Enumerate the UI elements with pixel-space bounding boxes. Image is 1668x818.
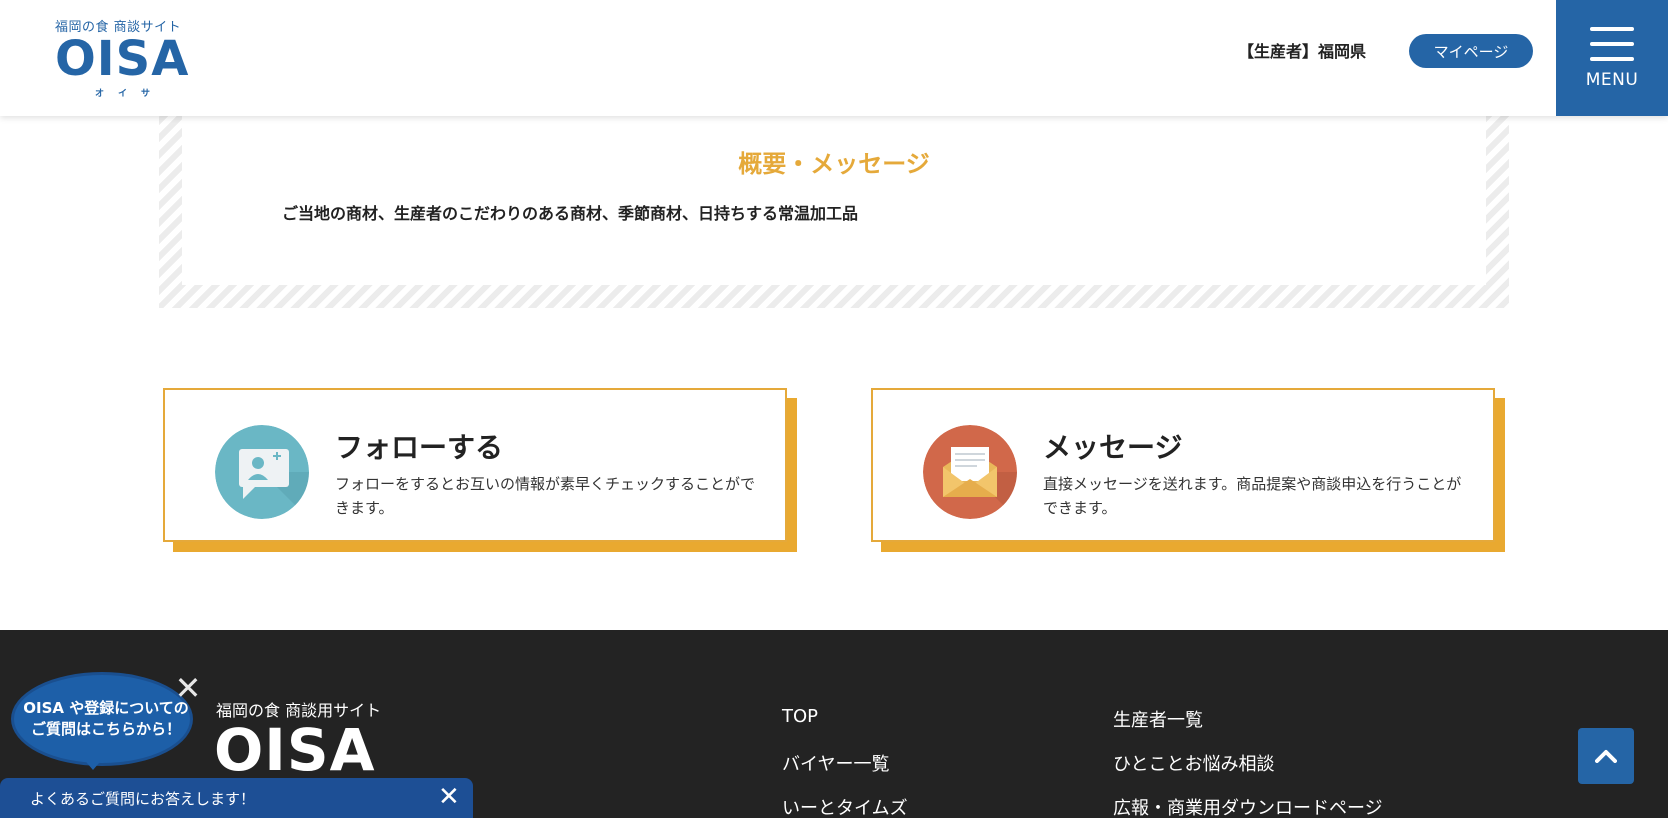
message-card-title: メッセージ (1043, 431, 1183, 464)
site-header: 福岡の食 商談サイト OISA オイサ 【生産者】福岡県 マイページ MENU (0, 0, 1668, 116)
mypage-button[interactable]: マイページ (1409, 34, 1533, 68)
chat-bubble-line-2: ご質問はこちらから！ (30, 720, 181, 738)
footer-link-eat-times[interactable]: いーとタイムズ (782, 794, 908, 818)
user-role-label: 【生産者】福岡県 (1238, 42, 1367, 61)
faq-close-icon[interactable]: ✕ (438, 782, 460, 812)
menu-label: MENU (1585, 69, 1639, 90)
footer-link-buyers[interactable]: バイヤー一覧 (782, 750, 889, 776)
chevron-up-icon (1595, 750, 1617, 763)
footer-logo-wordmark[interactable]: OISA (214, 716, 376, 784)
message-card-description: 直接メッセージを送れます。商品提案や商談申込を行うことができます。 (1043, 475, 1462, 517)
faq-chat-bar[interactable]: よくあるご質問にお答えします！ ✕ (0, 778, 473, 818)
follow-card[interactable]: フォローする フォローをするとお互いの情報が素早くチェックすることができます。 (163, 388, 797, 552)
follow-card-title: フォローする (335, 431, 504, 464)
faq-chat-text: よくあるご質問にお答えします！ (30, 790, 256, 808)
card-body: メッセージ 直接メッセージを送れます。商品提案や商談申込を行うことができます。 (871, 388, 1495, 542)
summary-title: 概要・メッセージ (738, 150, 930, 178)
chat-bubble-close-icon[interactable]: ✕ (174, 672, 202, 704)
footer-link-downloads[interactable]: 広報・商業用ダウンロードページ (1113, 794, 1383, 818)
menu-button[interactable]: MENU (1556, 0, 1668, 116)
chat-help-bubble[interactable]: OISA や登録についての ご質問はこちらから！ (11, 672, 193, 770)
chat-bubble-line-1: OISA や登録についての (23, 699, 189, 717)
summary-box (182, 100, 1486, 285)
hamburger-icon (1590, 26, 1634, 61)
site-logo[interactable]: 福岡の食 商談サイト OISA オイサ (55, 16, 195, 102)
follow-card-description: フォローをするとお互いの情報が素早くチェックすることができます。 (335, 475, 756, 517)
speech-bubble-tail (81, 756, 105, 770)
follow-user-chat-icon (215, 425, 309, 519)
footer-link-top[interactable]: TOP (782, 706, 818, 727)
message-card[interactable]: メッセージ 直接メッセージを送れます。商品提案や商談申込を行うことができます。 (871, 388, 1505, 552)
footer-link-consultation[interactable]: ひとことお悩み相談 (1113, 750, 1274, 776)
logo-wordmark: OISA (55, 31, 190, 87)
logo-kana: オイサ (95, 89, 165, 99)
summary-text: ご当地の商材、生産者のこだわりのある商材、季節商材、日持ちする常温加工品 (282, 204, 859, 223)
card-body: フォローする フォローをするとお互いの情報が素早くチェックすることができます。 (163, 388, 787, 542)
chat-bubble-text: OISA や登録についての ご質問はこちらから！ (21, 698, 191, 740)
envelope-icon (923, 425, 1017, 519)
footer-link-producers[interactable]: 生産者一覧 (1113, 706, 1203, 732)
back-to-top-button[interactable] (1578, 728, 1634, 784)
